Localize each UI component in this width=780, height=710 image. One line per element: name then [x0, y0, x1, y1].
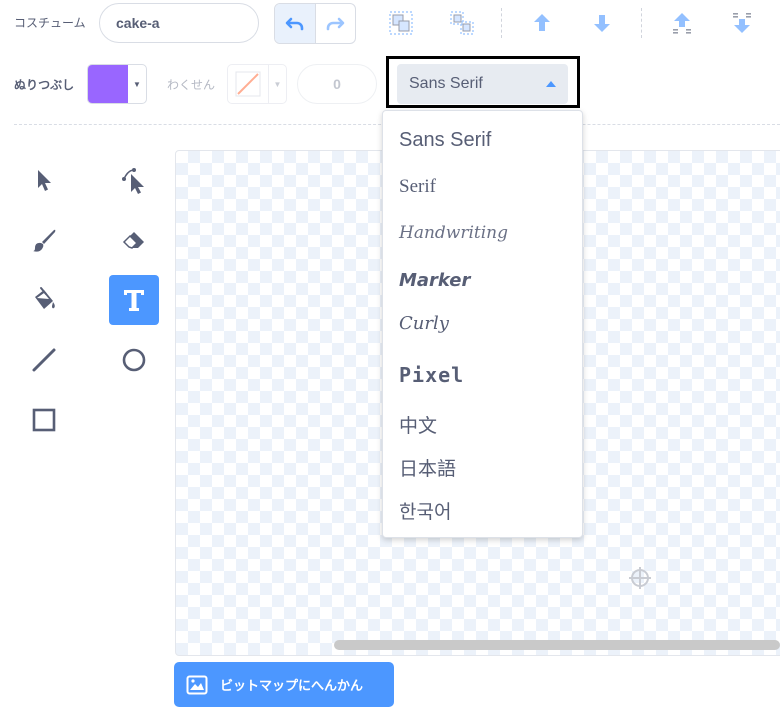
- back-icon: [733, 13, 751, 33]
- font-option-sans-serif[interactable]: Sans Serif: [399, 129, 491, 152]
- font-option-chinese[interactable]: 中文: [399, 411, 437, 438]
- chevron-down-icon: ▼: [268, 65, 286, 103]
- redo-icon: [326, 17, 345, 30]
- backward-icon: [594, 15, 610, 32]
- group-button[interactable]: [386, 8, 416, 38]
- text-tool[interactable]: [109, 275, 159, 325]
- group-icon: [389, 11, 413, 35]
- backward-button[interactable]: [587, 8, 617, 38]
- fill-tool[interactable]: [19, 275, 69, 325]
- font-option-marker[interactable]: Marker: [399, 270, 470, 291]
- font-option-korean[interactable]: 한국어: [399, 497, 451, 524]
- line-tool[interactable]: [19, 335, 69, 385]
- no-color-icon: [228, 65, 268, 103]
- font-option-handwriting[interactable]: Handwriting: [399, 223, 508, 243]
- outline-width-input[interactable]: 0: [297, 64, 377, 104]
- convert-to-bitmap-button[interactable]: ビットマップにへんかん: [174, 662, 394, 707]
- toolbar-divider: [641, 8, 642, 38]
- outline-label: わくせん: [167, 78, 216, 92]
- font-select-value: Sans Serif: [409, 75, 483, 92]
- front-button[interactable]: [667, 8, 697, 38]
- brush-tool[interactable]: [19, 215, 69, 265]
- font-option-pixel[interactable]: Pixel: [399, 363, 464, 387]
- toolbar-divider: [501, 8, 502, 38]
- undo-redo-group: [274, 3, 356, 44]
- eraser-icon: [122, 232, 144, 249]
- fill-color-swatch: [88, 65, 128, 103]
- costume-name-label: コスチューム: [14, 16, 86, 30]
- ungroup-icon: [450, 11, 474, 35]
- font-option-curly[interactable]: Curly: [399, 313, 449, 334]
- crosshair-icon: [628, 566, 652, 595]
- image-icon: [186, 674, 208, 696]
- caret-up-icon: [546, 81, 556, 87]
- font-select[interactable]: Sans Serif: [397, 64, 568, 104]
- reshape-tool[interactable]: [109, 155, 159, 205]
- ungroup-button[interactable]: [447, 8, 477, 38]
- forward-icon: [534, 14, 550, 31]
- eraser-tool[interactable]: [109, 215, 159, 265]
- brush-icon: [33, 229, 56, 252]
- front-icon: [673, 13, 691, 34]
- fill-color-picker[interactable]: ▼: [87, 64, 147, 104]
- undo-button[interactable]: [275, 4, 315, 43]
- font-option-serif[interactable]: Serif: [399, 176, 436, 198]
- circle-tool[interactable]: [109, 335, 159, 385]
- font-option-japanese[interactable]: 日本語: [399, 454, 456, 481]
- convert-to-bitmap-label: ビットマップにへんかん: [220, 679, 364, 694]
- reshape-icon: [122, 168, 144, 194]
- outline-color-picker[interactable]: ▼: [227, 64, 287, 104]
- paint-bucket-icon: [35, 287, 55, 309]
- rectangle-tool[interactable]: [19, 395, 69, 445]
- text-icon: [124, 290, 144, 311]
- rectangle-icon: [32, 408, 56, 432]
- redo-button[interactable]: [314, 4, 356, 43]
- costume-name-input[interactable]: [99, 3, 259, 43]
- undo-icon: [285, 17, 304, 30]
- circle-icon: [122, 348, 146, 372]
- arrow-select-icon: [38, 170, 51, 191]
- back-button[interactable]: [727, 8, 757, 38]
- chevron-down-icon: ▼: [133, 79, 141, 89]
- font-dropdown-menu: Sans Serif Serif Handwriting Marker Curl…: [382, 110, 583, 538]
- line-icon: [32, 348, 56, 372]
- select-tool[interactable]: [19, 155, 69, 205]
- horizontal-scrollbar[interactable]: [334, 640, 780, 650]
- fill-label: ぬりつぶし: [14, 78, 75, 92]
- forward-button[interactable]: [527, 8, 557, 38]
